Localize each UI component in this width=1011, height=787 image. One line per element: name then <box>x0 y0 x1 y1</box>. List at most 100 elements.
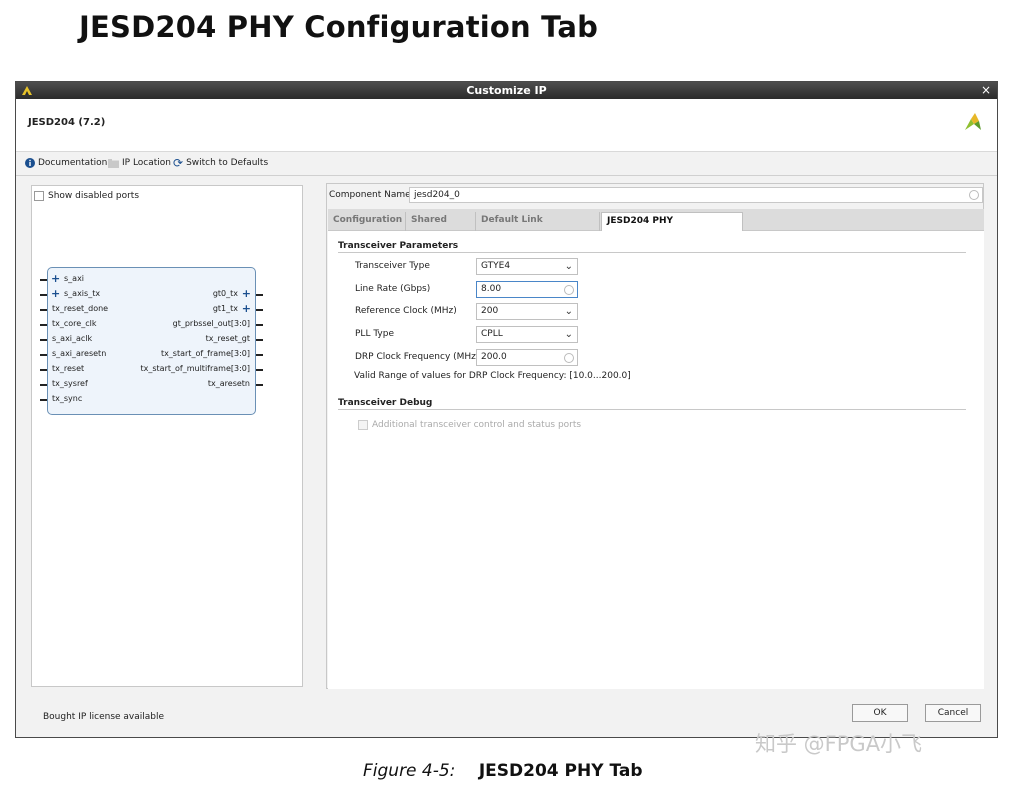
window-title: Customize IP <box>466 84 546 97</box>
tab-jesd204-phy-configuration[interactable]: JESD204 PHY Configuration <box>601 212 743 231</box>
documentation-label: Documentation <box>38 158 107 168</box>
pll-type-label: PLL Type <box>355 329 394 339</box>
checkbox-box[interactable] <box>358 420 368 430</box>
port-pin <box>256 309 263 311</box>
line-rate-label: Line Rate (Gbps) <box>355 284 430 294</box>
port-pin <box>40 309 47 311</box>
chevron-down-icon: ⌄ <box>565 327 573 342</box>
ok-button[interactable]: OK <box>852 704 908 722</box>
port-pin <box>256 294 263 296</box>
pll-type-value: CPLL <box>481 329 503 339</box>
ip-location-button[interactable]: IP Location <box>108 158 171 168</box>
transceiver-type-value: GTYE4 <box>481 261 510 271</box>
figure-number: Figure 4-5: <box>363 761 455 781</box>
show-disabled-ports-checkbox[interactable]: Show disabled ports <box>34 191 139 201</box>
drp-clock-label: DRP Clock Frequency (MHz) <box>355 352 479 362</box>
expand-icon[interactable]: + <box>51 287 60 300</box>
section-divider <box>338 409 966 410</box>
expand-icon[interactable]: + <box>242 302 251 315</box>
customize-ip-dialog: Customize IP × JESD204 (7.2) Documentati… <box>15 81 998 738</box>
ip-location-label: IP Location <box>122 158 171 168</box>
page-heading: JESD204 PHY Configuration Tab <box>79 10 598 44</box>
clear-icon[interactable] <box>564 285 574 295</box>
chevron-down-icon: ⌄ <box>565 304 573 319</box>
clear-icon[interactable] <box>564 353 574 363</box>
reference-clock-select[interactable]: 200 ⌄ <box>476 303 578 320</box>
block-port-right: tx_start_of_frame[3:0] <box>161 349 250 358</box>
xilinx-logo-icon <box>961 111 983 133</box>
reference-clock-label: Reference Clock (MHz) <box>355 306 457 316</box>
figure-title: JESD204 PHY Tab <box>479 761 643 781</box>
component-name-value: jesd204_0 <box>414 190 460 200</box>
block-port-left: s_axi_aclk <box>52 334 92 343</box>
tab-bar: Configuration Shared Logic Default Link … <box>328 209 984 231</box>
port-pin <box>40 399 47 401</box>
block-port-right: tx_start_of_multiframe[3:0] <box>141 364 251 373</box>
close-icon[interactable]: × <box>981 82 991 99</box>
ip-symbol-pane: Show disabled ports <box>31 185 303 687</box>
additional-transceiver-ports-checkbox[interactable]: Additional transceiver control and statu… <box>358 420 581 430</box>
folder-icon <box>108 159 119 168</box>
ip-block-symbol: s_axi + s_axis_tx + tx_reset_done tx_core_clk… <box>47 267 256 415</box>
port-pin <box>40 384 47 386</box>
drp-clock-input[interactable]: 200.0 <box>476 349 578 366</box>
info-icon <box>25 158 35 168</box>
app-logo-icon <box>20 83 34 97</box>
toolbar: Documentation IP Location ⟳ Switch to De… <box>16 152 997 176</box>
switch-defaults-label: Switch to Defaults <box>186 158 268 168</box>
block-port-left: tx_reset_done <box>52 304 108 313</box>
port-pin <box>256 339 263 341</box>
watermark: 知乎 @FPGA小飞 <box>755 728 922 758</box>
transceiver-debug-title: Transceiver Debug <box>338 398 432 408</box>
expand-icon[interactable]: + <box>51 272 60 285</box>
block-port-left: s_axi <box>64 274 84 283</box>
port-pin <box>256 324 263 326</box>
license-status: Bought IP license available <box>43 712 164 722</box>
line-rate-value: 8.00 <box>481 284 501 294</box>
block-port-left: tx_sync <box>52 394 82 403</box>
tab-configuration[interactable]: Configuration <box>328 212 406 231</box>
port-pin <box>256 384 263 386</box>
transceiver-type-select[interactable]: GTYE4 ⌄ <box>476 258 578 275</box>
port-pin <box>40 324 47 326</box>
port-pin <box>40 279 47 281</box>
phy-config-panel: Transceiver Parameters Transceiver Type … <box>328 231 984 689</box>
expand-icon[interactable]: + <box>242 287 251 300</box>
tab-default-link-parameters[interactable]: Default Link Parameters <box>476 212 600 231</box>
block-port-right: tx_reset_gt <box>206 334 250 343</box>
transceiver-type-label: Transceiver Type <box>355 261 430 271</box>
block-port-right: gt0_tx <box>213 289 238 298</box>
chevron-down-icon: ⌄ <box>565 259 573 274</box>
switch-to-defaults-button[interactable]: ⟳ Switch to Defaults <box>173 158 268 168</box>
port-pin <box>40 294 47 296</box>
title-bar: Customize IP × <box>16 82 997 99</box>
show-disabled-ports-label: Show disabled ports <box>48 191 139 201</box>
block-port-left: s_axis_tx <box>64 289 100 298</box>
refresh-icon: ⟳ <box>173 159 183 168</box>
drp-clock-value: 200.0 <box>481 352 507 362</box>
transceiver-parameters-title: Transceiver Parameters <box>338 241 458 251</box>
drp-valid-range-hint: Valid Range of values for DRP Clock Freq… <box>354 371 631 381</box>
ip-name: JESD204 (7.2) <box>28 117 105 128</box>
port-pin <box>256 369 263 371</box>
port-pin <box>40 354 47 356</box>
component-name-input[interactable]: jesd204_0 <box>409 187 983 203</box>
block-port-left: tx_reset <box>52 364 84 373</box>
figure-caption: Figure 4-5: JESD204 PHY Tab <box>363 761 643 781</box>
pll-type-select[interactable]: CPLL ⌄ <box>476 326 578 343</box>
block-port-right: gt1_tx <box>213 304 238 313</box>
checkbox-box[interactable] <box>34 191 44 201</box>
clear-icon[interactable] <box>969 190 979 200</box>
port-pin <box>40 369 47 371</box>
block-port-left: tx_sysref <box>52 379 88 388</box>
block-port-right: tx_aresetn <box>208 379 250 388</box>
port-pin <box>40 339 47 341</box>
port-pin <box>256 354 263 356</box>
line-rate-input[interactable]: 8.00 <box>476 281 578 298</box>
component-name-label: Component Name <box>329 190 411 200</box>
documentation-button[interactable]: Documentation <box>25 158 107 168</box>
cancel-button[interactable]: Cancel <box>925 704 981 722</box>
block-port-left: tx_core_clk <box>52 319 96 328</box>
configuration-pane: Component Name jesd204_0 Configuration S… <box>326 183 984 689</box>
tab-shared-logic[interactable]: Shared Logic <box>406 212 476 231</box>
